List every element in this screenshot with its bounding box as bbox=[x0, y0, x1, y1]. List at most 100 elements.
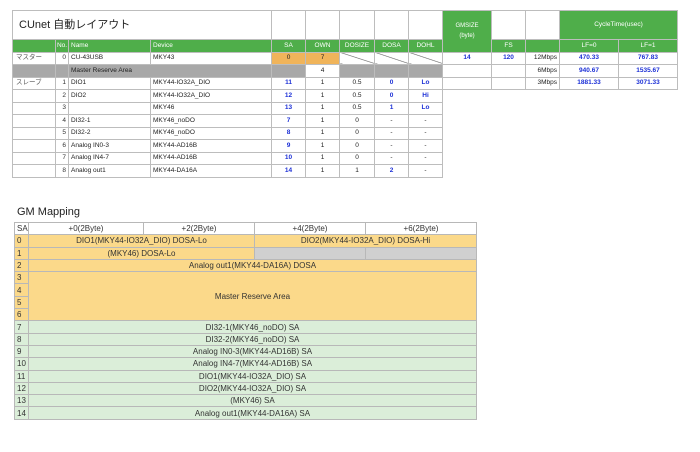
dosize-cell[interactable]: 1 bbox=[339, 164, 375, 178]
role-cell[interactable] bbox=[12, 101, 56, 115]
header-name[interactable]: Name bbox=[68, 39, 151, 53]
fs-value[interactable]: 14 bbox=[442, 51, 492, 65]
gmsize-header[interactable]: GMSIZE (byte) bbox=[442, 10, 492, 53]
cycle-lf1[interactable]: 3071.33 bbox=[618, 76, 678, 90]
cell[interactable] bbox=[339, 10, 375, 40]
gm-header-c2[interactable]: +2(2Byte) bbox=[143, 221, 255, 236]
dohl-cell[interactable]: - bbox=[408, 164, 443, 178]
dohl-cell[interactable]: - bbox=[408, 114, 443, 128]
gm-cell[interactable]: DIO1(MKY44-IO32A_DIO) SA bbox=[28, 369, 477, 383]
dosa-cell[interactable]: - bbox=[374, 139, 409, 153]
header-own[interactable]: OWN bbox=[305, 39, 340, 53]
gm-sa[interactable]: 13 bbox=[14, 394, 29, 408]
gm-sa[interactable]: 6 bbox=[14, 308, 29, 322]
cell[interactable] bbox=[271, 10, 306, 40]
device-cell[interactable]: MKY46_noDO bbox=[150, 114, 272, 128]
header-dosa[interactable]: DOSA bbox=[374, 39, 409, 53]
header-blank[interactable] bbox=[525, 39, 560, 53]
dosa-cell[interactable]: - bbox=[374, 114, 409, 128]
gm-sa[interactable]: 5 bbox=[14, 295, 29, 310]
no-cell[interactable]: 6 bbox=[55, 139, 69, 153]
gm-cell-empty[interactable] bbox=[254, 246, 366, 260]
gm-master-reserve[interactable]: Master Reserve Area bbox=[28, 271, 477, 322]
no-cell[interactable]: 8 bbox=[55, 164, 69, 178]
dohl-cell[interactable] bbox=[408, 64, 443, 78]
gm-header-sa[interactable]: SA bbox=[14, 221, 29, 236]
dosize-cell[interactable]: 0.5 bbox=[339, 76, 375, 90]
name-cell[interactable]: Analog IN0-3 bbox=[68, 139, 151, 153]
no-cell[interactable]: 1 bbox=[55, 76, 69, 90]
dosize-cell[interactable]: 0 bbox=[339, 126, 375, 140]
header-dohl[interactable]: DOHL bbox=[408, 39, 443, 53]
own-cell[interactable]: 1 bbox=[305, 139, 340, 153]
cell[interactable] bbox=[491, 76, 526, 90]
dohl-cell[interactable]: - bbox=[408, 126, 443, 140]
cycle-lf1[interactable]: 1535.67 bbox=[618, 64, 678, 78]
sa-cell[interactable]: 11 bbox=[271, 76, 306, 90]
header-lf1[interactable]: LF=1 bbox=[618, 39, 678, 53]
header-lf0[interactable]: LF=0 bbox=[559, 39, 619, 53]
dosize-cell[interactable]: 0 bbox=[339, 114, 375, 128]
own-cell[interactable]: 1 bbox=[305, 114, 340, 128]
dohl-cell[interactable] bbox=[408, 51, 443, 65]
sa-cell[interactable]: 14 bbox=[271, 164, 306, 178]
dohl-cell[interactable]: Lo bbox=[408, 76, 443, 90]
no-cell[interactable]: 2 bbox=[55, 89, 69, 103]
dohl-cell[interactable]: - bbox=[408, 139, 443, 153]
gm-cell[interactable]: DI32-2(MKY46_noDO) SA bbox=[28, 332, 477, 346]
cell[interactable] bbox=[491, 64, 526, 78]
no-cell[interactable] bbox=[55, 64, 69, 78]
role-cell[interactable] bbox=[12, 114, 56, 128]
dosa-cell[interactable]: 2 bbox=[374, 164, 409, 178]
role-cell[interactable] bbox=[12, 64, 56, 78]
own-cell[interactable]: 1 bbox=[305, 101, 340, 115]
header-device[interactable]: Device bbox=[150, 39, 272, 53]
no-cell[interactable]: 3 bbox=[55, 101, 69, 115]
dosa-cell[interactable]: 0 bbox=[374, 89, 409, 103]
cycle-label[interactable]: 6Mbps bbox=[525, 64, 560, 78]
own-cell[interactable]: 1 bbox=[305, 89, 340, 103]
own-cell[interactable]: 1 bbox=[305, 126, 340, 140]
gm-sa[interactable]: 11 bbox=[14, 369, 29, 383]
gm-sa[interactable]: 14 bbox=[14, 406, 29, 420]
cell[interactable] bbox=[442, 76, 492, 90]
gm-sa[interactable]: 8 bbox=[14, 332, 29, 346]
sa-cell[interactable] bbox=[271, 64, 306, 78]
device-cell[interactable]: MKY44-IO32A_DIO bbox=[150, 89, 272, 103]
header-sa[interactable]: SA bbox=[271, 39, 306, 53]
gm-cell[interactable]: DIO2(MKY44-IO32A_DIO) DOSA-Hi bbox=[254, 234, 477, 248]
cycle-lf0[interactable]: 1881.33 bbox=[559, 76, 619, 90]
own-cell[interactable]: 1 bbox=[305, 76, 340, 90]
dosize-cell[interactable]: 0.5 bbox=[339, 89, 375, 103]
sa-cell[interactable]: 7 bbox=[271, 114, 306, 128]
name-cell[interactable]: DI32-2 bbox=[68, 126, 151, 140]
dosize-cell[interactable] bbox=[339, 64, 375, 78]
device-cell[interactable]: MKY43 bbox=[150, 51, 272, 65]
device-cell[interactable]: MKY44-AD16B bbox=[150, 151, 272, 165]
gm-cell[interactable]: Analog IN0-3(MKY44-AD16B) SA bbox=[28, 344, 477, 359]
sa-cell[interactable]: 13 bbox=[271, 101, 306, 115]
gm-sa[interactable]: 0 bbox=[14, 234, 29, 248]
gm-header-c6[interactable]: +6(2Byte) bbox=[365, 221, 477, 236]
name-cell[interactable]: Analog out1 bbox=[68, 164, 151, 178]
gm-cell-empty[interactable] bbox=[365, 246, 477, 260]
cycle-lf0[interactable]: 470.33 bbox=[559, 51, 619, 65]
cycle-label[interactable]: 3Mbps bbox=[525, 76, 560, 90]
gm-sa[interactable]: 12 bbox=[14, 381, 29, 396]
name-cell[interactable]: Master Reserve Area bbox=[68, 64, 272, 78]
no-cell[interactable]: 4 bbox=[55, 114, 69, 128]
name-cell[interactable]: DIO2 bbox=[68, 89, 151, 103]
gm-header-c4[interactable]: +4(2Byte) bbox=[254, 221, 366, 236]
cell[interactable] bbox=[374, 10, 409, 40]
gm-sa[interactable]: 10 bbox=[14, 357, 29, 371]
dosize-cell[interactable]: 0.5 bbox=[339, 101, 375, 115]
cycle-label[interactable]: 12Mbps bbox=[525, 51, 560, 65]
own-cell[interactable]: 7 bbox=[305, 51, 340, 65]
role-cell[interactable] bbox=[12, 151, 56, 165]
no-cell[interactable]: 0 bbox=[55, 51, 69, 65]
dosa-cell[interactable]: 0 bbox=[374, 76, 409, 90]
sa-cell[interactable]: 12 bbox=[271, 89, 306, 103]
gm-sa[interactable]: 1 bbox=[14, 246, 29, 260]
sa-cell[interactable]: 10 bbox=[271, 151, 306, 165]
gm-cell[interactable]: DIO1(MKY44-IO32A_DIO) DOSA-Lo bbox=[28, 234, 255, 248]
